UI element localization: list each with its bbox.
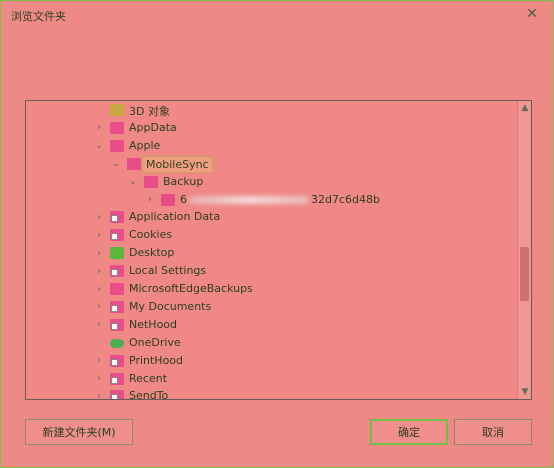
expand-chevron-icon[interactable]: › bbox=[94, 280, 104, 298]
tree-row-label: Desktop bbox=[129, 246, 175, 260]
tree-row[interactable]: › AppData bbox=[26, 119, 517, 137]
folder-icon bbox=[161, 193, 175, 206]
browse-folder-dialog: 浏览文件夹 ✕ 3D 对象 › AppData ⌄ Apple ⌄ MobileSync ⌄ B… bbox=[0, 0, 554, 468]
expand-chevron-icon[interactable]: › bbox=[145, 191, 155, 209]
expand-chevron-icon[interactable]: › bbox=[94, 352, 104, 370]
folder-shortcut-icon bbox=[110, 211, 124, 224]
expand-chevron-icon[interactable]: › bbox=[94, 244, 104, 262]
tree-row[interactable]: › SendTo bbox=[26, 387, 517, 400]
ok-button[interactable]: 确定 bbox=[370, 419, 448, 445]
tree-row[interactable]: › Desktop bbox=[26, 244, 517, 262]
folder-icon bbox=[144, 175, 158, 188]
tree-row-label: 6 32d7c6d48b bbox=[180, 193, 380, 206]
expand-chevron-icon[interactable]: › bbox=[94, 316, 104, 334]
cube-icon bbox=[110, 104, 124, 116]
tree-row-label: Local Settings bbox=[129, 264, 207, 278]
folder-shortcut-icon bbox=[110, 372, 124, 385]
folder-icon bbox=[127, 157, 141, 170]
folder-icon bbox=[110, 283, 124, 295]
tree-row[interactable]: ⌄ MobileSync bbox=[26, 155, 517, 173]
expand-chevron-icon[interactable]: › bbox=[94, 370, 104, 388]
tree-row[interactable]: › MicrosoftEdgeBackups bbox=[26, 280, 517, 298]
cancel-button[interactable]: 取消 bbox=[454, 419, 532, 445]
tree-row[interactable]: ⌄ Apple bbox=[26, 137, 517, 155]
vertical-scrollbar[interactable]: ▲ ▼ bbox=[517, 101, 531, 399]
folder-tree-rows: 3D 对象 › AppData ⌄ Apple ⌄ MobileSync ⌄ Backup › 6 3… bbox=[26, 101, 517, 399]
tree-row[interactable]: › Application Data bbox=[26, 208, 517, 226]
folder-shortcut-icon bbox=[110, 300, 124, 313]
expand-chevron-icon[interactable]: › bbox=[94, 262, 104, 280]
label-start: 6 bbox=[180, 192, 187, 206]
tree-row-label: MicrosoftEdgeBackups bbox=[129, 282, 253, 295]
expand-chevron-icon[interactable]: › bbox=[94, 298, 104, 316]
tree-row-label: AppData bbox=[129, 120, 177, 134]
folder-shortcut-icon bbox=[110, 265, 124, 278]
tree-row-label: MobileSync bbox=[142, 155, 213, 173]
scroll-up-arrow-icon[interactable]: ▲ bbox=[518, 101, 531, 115]
folder-shortcut-icon bbox=[110, 318, 124, 331]
scrollbar-thumb[interactable] bbox=[520, 247, 529, 301]
tree-row-label: Backup bbox=[163, 174, 204, 188]
tree-row[interactable]: OneDrive bbox=[26, 334, 517, 352]
folder-tree[interactable]: 3D 对象 › AppData ⌄ Apple ⌄ MobileSync ⌄ Backup › 6 3… bbox=[25, 100, 532, 400]
tree-row[interactable]: › Cookies bbox=[26, 226, 517, 244]
collapse-chevron-icon[interactable]: ⌄ bbox=[94, 137, 104, 155]
folder-shortcut-icon bbox=[110, 229, 124, 242]
tree-row-label: PrintHood bbox=[129, 353, 184, 367]
tree-row-label: OneDrive bbox=[129, 335, 181, 349]
tree-row[interactable]: › My Documents bbox=[26, 298, 517, 316]
folder-icon bbox=[110, 139, 124, 152]
expand-chevron-icon[interactable]: › bbox=[94, 208, 104, 226]
tree-row[interactable]: ⌄ Backup bbox=[26, 173, 517, 191]
redacted-text bbox=[189, 195, 309, 204]
folder-icon bbox=[110, 121, 124, 134]
new-folder-button[interactable]: 新建文件夹(M) bbox=[25, 419, 133, 445]
tree-row[interactable]: 3D 对象 bbox=[26, 101, 517, 119]
expand-chevron-icon[interactable]: › bbox=[94, 226, 104, 244]
folder-shortcut-icon bbox=[110, 354, 124, 367]
tree-row-label: SendTo bbox=[129, 389, 169, 400]
tree-row[interactable]: › Local Settings bbox=[26, 262, 517, 280]
tree-row-label: Recent bbox=[129, 371, 168, 385]
expand-chevron-icon[interactable]: › bbox=[94, 119, 104, 137]
collapse-chevron-icon[interactable]: ⌄ bbox=[111, 155, 121, 173]
tree-row-label: Application Data bbox=[129, 210, 221, 224]
folder-shortcut-icon bbox=[110, 390, 124, 399]
dialog-title: 浏览文件夹 bbox=[11, 10, 66, 23]
tree-row[interactable]: › PrintHood bbox=[26, 352, 517, 370]
label-end: 32d7c6d48b bbox=[311, 192, 380, 206]
tree-row[interactable]: › 6 32d7c6d48b bbox=[26, 191, 517, 209]
tree-row[interactable]: › NetHood bbox=[26, 316, 517, 334]
collapse-chevron-icon[interactable]: ⌄ bbox=[128, 173, 138, 191]
tree-row-label: Apple bbox=[129, 138, 161, 152]
desktop-icon bbox=[110, 247, 124, 260]
cloud-icon bbox=[110, 338, 124, 348]
tree-row[interactable]: › Recent bbox=[26, 370, 517, 388]
tree-row-label: 3D 对象 bbox=[129, 105, 170, 118]
tree-row-label: My Documents bbox=[129, 299, 212, 313]
close-icon[interactable]: ✕ bbox=[523, 5, 541, 23]
tree-row-label: NetHood bbox=[129, 317, 178, 331]
expand-chevron-icon[interactable]: › bbox=[94, 387, 104, 399]
tree-row-label: Cookies bbox=[129, 228, 173, 242]
scroll-down-arrow-icon[interactable]: ▼ bbox=[518, 385, 531, 399]
